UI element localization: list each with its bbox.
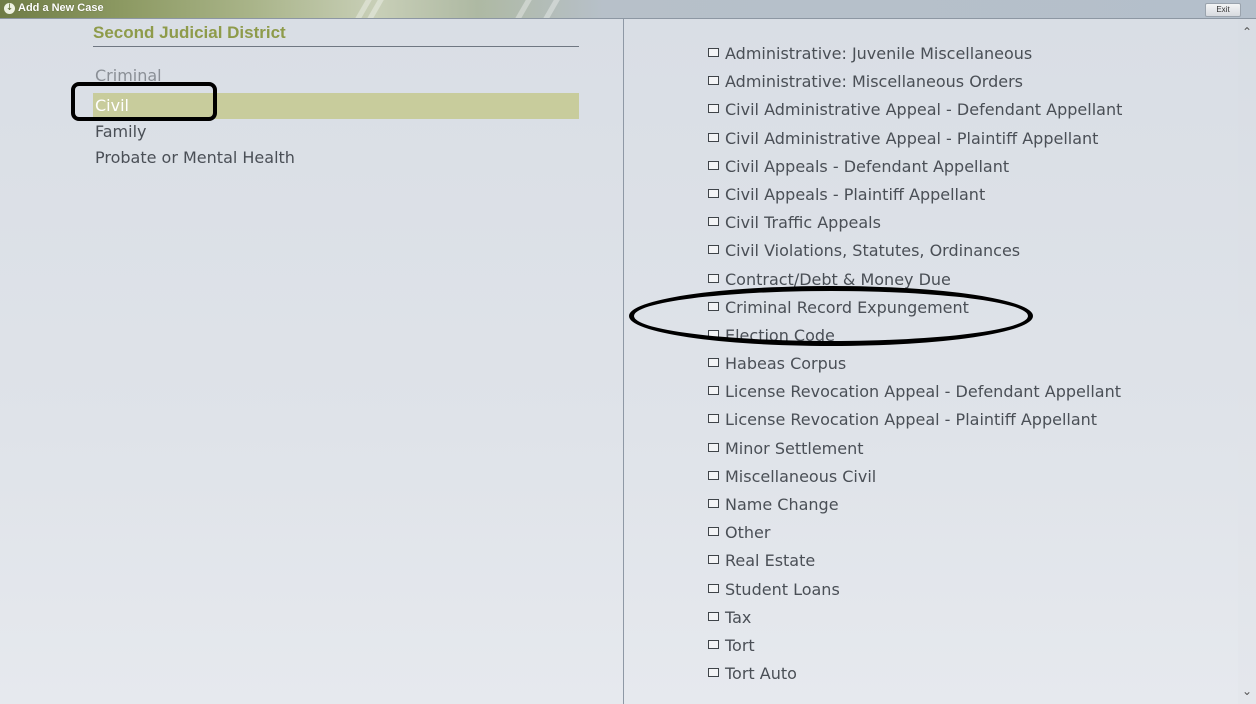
case-type-item[interactable]: Other: [708, 522, 1228, 550]
case-type-item[interactable]: Civil Appeals - Plaintiff Appellant: [708, 184, 1228, 212]
case-type-item[interactable]: Civil Traffic Appeals: [708, 212, 1228, 240]
case-type-label: Civil Administrative Appeal - Plaintiff …: [725, 128, 1099, 148]
checkbox-icon: [708, 386, 719, 396]
case-type-panel: Administrative: Juvenile Miscellaneous Ad…: [624, 19, 1238, 704]
checkbox-icon: [708, 104, 719, 114]
checkbox-icon: [708, 76, 719, 86]
case-type-item[interactable]: Civil Administrative Appeal - Plaintiff …: [708, 128, 1228, 156]
checkbox-icon: [708, 639, 719, 649]
exit-button[interactable]: Exit: [1205, 3, 1241, 17]
category-item-family[interactable]: Family: [93, 119, 579, 145]
category-item-probate[interactable]: Probate or Mental Health: [93, 145, 579, 171]
case-type-item[interactable]: License Revocation Appeal - Plaintiff Ap…: [708, 409, 1228, 437]
case-type-label: Civil Violations, Statutes, Ordinances: [725, 241, 1021, 261]
checkbox-icon: [708, 442, 719, 452]
title-bar: ↓ Add a New Case Exit: [0, 0, 1256, 19]
checkbox-icon: [708, 527, 719, 537]
case-type-item[interactable]: Civil Appeals - Defendant Appellant: [708, 156, 1228, 184]
title-bar-decoration: [538, 0, 564, 18]
case-type-label: Name Change: [725, 495, 839, 514]
annotation-rectangle: [71, 82, 217, 121]
case-type-label: Tort: [725, 635, 755, 655]
title-bar-decoration: [510, 0, 536, 18]
checkbox-icon: [708, 132, 719, 142]
checkbox-icon: [708, 245, 719, 255]
case-type-item[interactable]: Tax: [708, 607, 1228, 635]
case-type-item[interactable]: Administrative: Juvenile Miscellaneous: [708, 43, 1228, 71]
checkbox-icon: [708, 188, 719, 198]
case-type-label: Student Loans: [725, 579, 840, 599]
info-icon: ↓: [4, 3, 15, 14]
case-type-item[interactable]: Administrative: Miscellaneous Orders: [708, 71, 1228, 99]
case-type-item[interactable]: Name Change: [708, 494, 1228, 522]
checkbox-icon: [708, 160, 719, 170]
case-type-item[interactable]: Student Loans: [708, 579, 1228, 607]
case-type-label: Administrative: Miscellaneous Orders: [725, 72, 1023, 92]
window-title: Add a New Case: [18, 2, 104, 14]
case-type-label: Civil Appeals - Defendant Appellant: [725, 156, 1010, 176]
case-type-list: Administrative: Juvenile Miscellaneous Ad…: [708, 43, 1228, 691]
case-type-label: Tort Auto: [725, 664, 797, 684]
case-type-label: Administrative: Juvenile Miscellaneous: [725, 44, 1033, 63]
case-type-item[interactable]: License Revocation Appeal - Defendant Ap…: [708, 381, 1228, 409]
checkbox-icon: [708, 555, 719, 565]
case-type-item[interactable]: Miscellaneous Civil: [708, 466, 1228, 494]
checkbox-icon: [708, 217, 719, 227]
annotation-ellipse: [629, 286, 1033, 346]
case-type-item[interactable]: Civil Administrative Appeal - Defendant …: [708, 99, 1228, 127]
checkbox-icon: [708, 668, 719, 678]
checkbox-icon: [708, 583, 719, 593]
scrollbar[interactable]: ⌃ ⌄: [1238, 19, 1256, 704]
scroll-down-icon[interactable]: ⌄: [1238, 682, 1256, 700]
checkbox-icon: [708, 48, 719, 57]
checkbox-icon: [708, 414, 719, 424]
checkbox-icon: [708, 611, 719, 621]
checkbox-icon: [708, 273, 719, 283]
case-type-label: Habeas Corpus: [725, 354, 847, 374]
scroll-up-icon[interactable]: ⌃: [1238, 23, 1256, 41]
case-type-label: Tax: [725, 607, 752, 627]
case-type-item[interactable]: Civil Violations, Statutes, Ordinances: [708, 240, 1228, 268]
checkbox-icon: [708, 470, 719, 480]
case-type-label: Miscellaneous Civil: [725, 466, 877, 486]
district-heading: Second Judicial District: [93, 23, 579, 47]
case-type-label: Civil Appeals - Plaintiff Appellant: [725, 184, 986, 204]
case-type-item[interactable]: Habeas Corpus: [708, 353, 1228, 381]
case-type-item[interactable]: Tort Auto: [708, 663, 1228, 691]
case-type-item[interactable]: Real Estate: [708, 550, 1228, 578]
checkbox-icon: [708, 499, 719, 508]
case-type-label: Real Estate: [725, 551, 816, 571]
case-type-label: License Revocation Appeal - Defendant Ap…: [725, 382, 1121, 402]
case-type-label: Minor Settlement: [725, 438, 864, 458]
case-type-label: License Revocation Appeal - Plaintiff Ap…: [725, 410, 1098, 430]
case-type-label: Other: [725, 523, 771, 543]
case-type-label: Civil Traffic Appeals: [725, 213, 881, 233]
checkbox-icon: [708, 358, 719, 368]
case-type-label: Civil Administrative Appeal - Defendant …: [725, 100, 1123, 120]
case-type-item[interactable]: Minor Settlement: [708, 438, 1228, 466]
case-type-item[interactable]: Tort: [708, 635, 1228, 663]
